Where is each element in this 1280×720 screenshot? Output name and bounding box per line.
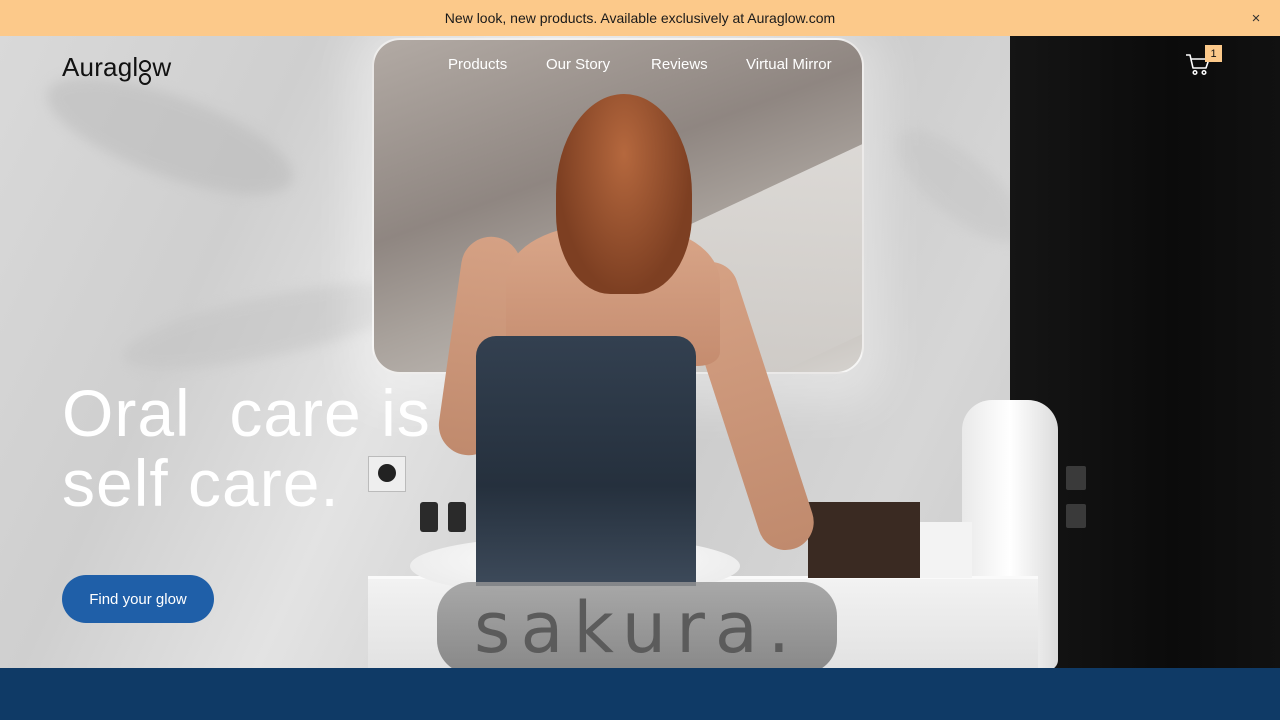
hero-headline-line2: self care. (62, 446, 340, 520)
announcement-text: New look, new products. Available exclus… (444, 10, 836, 26)
bottle (448, 502, 466, 532)
main-nav: Products Our Story Reviews Virtual Mirro… (0, 56, 1280, 76)
hero-headline: Oral care is self care. (62, 378, 431, 518)
hero-section (0, 36, 1280, 668)
storage-cup (920, 522, 972, 578)
cart-count-badge: 1 (1205, 45, 1222, 62)
find-your-glow-button[interactable]: Find your glow (62, 575, 214, 623)
nav-virtual-mirror[interactable]: Virtual Mirror (746, 56, 832, 73)
door-handle (1066, 504, 1086, 528)
close-icon[interactable]: × (1246, 8, 1266, 28)
next-section-band (0, 668, 1280, 720)
nav-products[interactable]: Products (448, 56, 507, 73)
product-label: sakura. (473, 587, 801, 669)
person-hair (556, 94, 692, 294)
announcement-bar: New look, new products. Available exclus… (0, 0, 1280, 36)
storage-box (808, 502, 920, 578)
nav-our-story[interactable]: Our Story (546, 56, 610, 73)
product-label-card: sakura. (437, 582, 837, 674)
hero-headline-line1: Oral care is (62, 376, 431, 450)
door-handle (1066, 466, 1086, 490)
person-dress (476, 336, 696, 586)
nav-reviews[interactable]: Reviews (651, 56, 708, 73)
